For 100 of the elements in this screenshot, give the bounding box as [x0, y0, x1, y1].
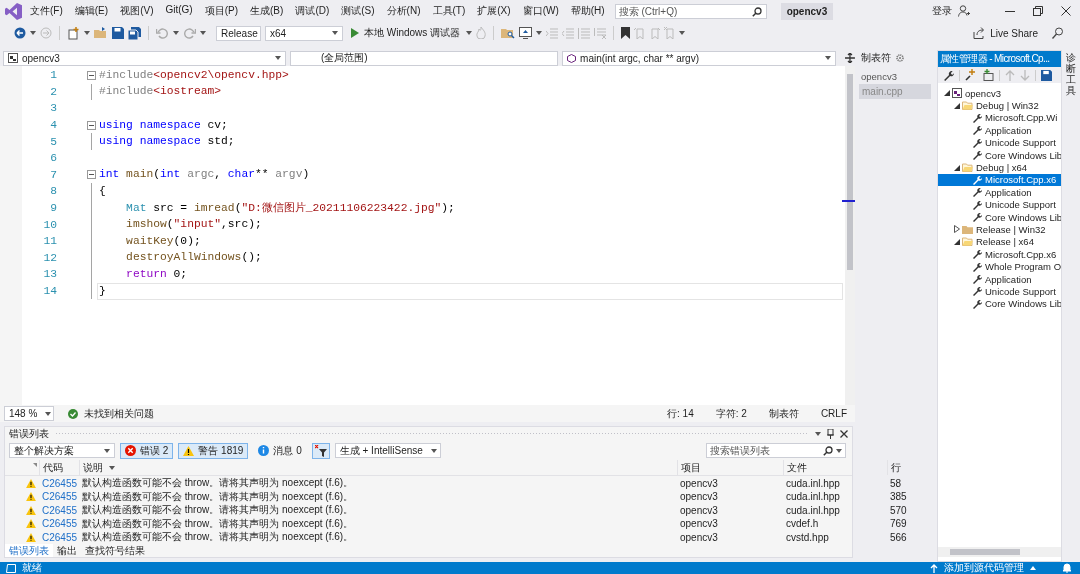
filter-button[interactable] [311, 442, 330, 459]
health-status: 未找到相关问题 [84, 406, 154, 421]
restore-icon[interactable] [1033, 6, 1043, 16]
tree-item[interactable]: Debug | x64 [938, 161, 1061, 174]
collapse-icon[interactable] [87, 70, 96, 80]
sort-icon[interactable] [33, 463, 37, 467]
tree-item[interactable]: Whole Program O [938, 260, 1061, 273]
collapse-icon[interactable] [87, 170, 96, 180]
menu-item[interactable]: 项目(P) [204, 4, 239, 18]
error-code-link[interactable]: C26455 [39, 491, 79, 503]
close-icon[interactable] [1061, 6, 1071, 16]
warning-icon [25, 505, 36, 515]
tree-item[interactable]: Application [938, 272, 1061, 286]
tree-item[interactable]: Unicode Support [938, 136, 1061, 149]
tree-item[interactable]: Microsoft.Cpp.x6 [938, 173, 1061, 187]
menu-item[interactable]: 编辑(E) [74, 4, 109, 18]
menu-item[interactable]: 工具(T) [432, 4, 466, 18]
menu-item[interactable]: 测试(S) [341, 4, 375, 18]
error-code-link[interactable]: C26455 [39, 518, 79, 530]
tree-item[interactable]: Microsoft.Cpp.x6 [938, 248, 1061, 261]
panel-title[interactable]: 属性管理器 - Microsoft.Cp... [938, 51, 1061, 67]
tree-item[interactable]: Microsoft.Cpp.Wi [938, 111, 1061, 125]
member-dropdown[interactable]: main(int argc, char ** argv) [562, 50, 837, 66]
column-header[interactable]: 代码 [39, 460, 79, 475]
vertical-scrollbar[interactable] [845, 66, 855, 405]
column-header[interactable]: 行 [887, 460, 917, 475]
error-code-link[interactable]: C26455 [39, 504, 79, 516]
live-share-button[interactable]: Live Share [971, 27, 1040, 39]
tree-item[interactable]: Application [938, 186, 1061, 199]
panel-tab[interactable]: 查找符号结果 [81, 543, 149, 557]
expanded-arrow-icon[interactable] [954, 238, 960, 245]
new-project-icon[interactable] [67, 26, 80, 40]
add-sheet-icon[interactable] [965, 69, 977, 81]
tree-item[interactable]: Unicode Support [938, 198, 1061, 211]
sign-in-link[interactable]: 登录 [932, 4, 952, 18]
menu-item[interactable]: 视图(V) [120, 4, 154, 18]
error-code-link[interactable]: C26455 [39, 531, 79, 543]
notification-icon[interactable] [1062, 563, 1072, 573]
sort-caret-icon [109, 465, 115, 470]
horizontal-scrollbar[interactable] [938, 547, 1061, 557]
scope-dropdown[interactable]: 整个解决方案 [9, 443, 115, 458]
menu-item[interactable]: 文件(F) [30, 4, 63, 18]
search-field[interactable]: 搜索 (Ctrl+Q) [614, 3, 767, 19]
tree-item[interactable]: Core Windows Lib [938, 297, 1061, 311]
filter-toggle[interactable]: 警告 1819 [178, 442, 249, 459]
panel-tab[interactable]: 输出 [53, 543, 81, 557]
menu-item[interactable]: 扩展(X) [477, 4, 511, 18]
menu-item[interactable]: 窗口(W) [522, 4, 559, 18]
close-icon[interactable] [840, 430, 848, 438]
column-header[interactable]: 说明 [79, 460, 677, 475]
tree-item[interactable]: Core Windows Lib [938, 210, 1061, 224]
collapsed-arrow-icon[interactable] [954, 225, 960, 234]
collapse-icon[interactable] [87, 120, 96, 130]
expanded-arrow-icon[interactable] [944, 90, 950, 97]
expanded-arrow-icon[interactable] [954, 102, 960, 109]
platform-dropdown[interactable]: x64 [265, 25, 343, 41]
tree-item[interactable]: opencv3 [938, 87, 1061, 100]
build-filter-dropdown[interactable]: 生成 + IntelliSense [334, 443, 441, 458]
tree-item[interactable]: Unicode Support [938, 285, 1061, 298]
screen-icon[interactable] [519, 27, 533, 39]
zoom-dropdown[interactable]: 148 % [4, 406, 54, 421]
save-icon[interactable] [112, 27, 124, 39]
line-number: 8 [49, 185, 57, 198]
configuration-dropdown[interactable]: Release [216, 25, 261, 41]
source-control-button[interactable]: 添加到源代码管理 [944, 562, 1024, 574]
wrench-icon[interactable] [943, 69, 954, 81]
settings-icon[interactable] [896, 54, 904, 62]
tree-item[interactable]: Release | Win32 [938, 223, 1061, 236]
bookmark-icon[interactable] [621, 27, 631, 39]
add-existing-sheet-icon[interactable] [982, 69, 994, 81]
expanded-arrow-icon[interactable] [954, 164, 960, 171]
tree-item[interactable]: Application [938, 124, 1061, 137]
open-folder-icon[interactable] [94, 27, 108, 39]
menu-item[interactable]: 生成(B) [250, 4, 284, 18]
split-icon[interactable] [845, 53, 855, 63]
error-code-link[interactable]: C26455 [39, 477, 79, 489]
filter-toggle[interactable]: 消息 0 [253, 442, 307, 459]
menu-item[interactable]: 分析(N) [386, 4, 421, 18]
scope-dropdown[interactable]: (全局范围) [289, 50, 559, 66]
column-header[interactable]: 文件 [783, 460, 887, 475]
app-logo-icon[interactable] [5, 2, 22, 20]
side-panel-tab[interactable]: 诊断工具 [1066, 52, 1076, 96]
tree-item[interactable]: Core Windows Lib [938, 148, 1061, 162]
user-icon[interactable] [958, 5, 970, 17]
pin-icon[interactable] [827, 429, 834, 439]
menu-item[interactable]: 帮助(H) [570, 4, 605, 18]
menu-item[interactable]: 调试(D) [295, 4, 330, 18]
folder-search-icon[interactable] [501, 27, 516, 39]
panel-tab[interactable]: 错误列表 [5, 543, 53, 557]
project-dropdown[interactable]: opencv3 [3, 50, 286, 66]
column-header[interactable]: 项目 [677, 460, 783, 475]
save-all-icon[interactable] [128, 26, 141, 40]
start-debugging-button[interactable]: 本地 Windows 调试器 [349, 26, 463, 40]
filter-toggle[interactable]: 错误 2 [120, 442, 174, 459]
back-icon[interactable] [14, 27, 26, 39]
menu-item[interactable]: Git(G) [165, 4, 193, 18]
tree-item[interactable]: Debug | Win32 [938, 99, 1061, 112]
tree-item[interactable]: Release | x64 [938, 235, 1061, 249]
save-icon[interactable] [1041, 69, 1052, 81]
search-field[interactable]: 搜索错误列表 [706, 443, 846, 458]
